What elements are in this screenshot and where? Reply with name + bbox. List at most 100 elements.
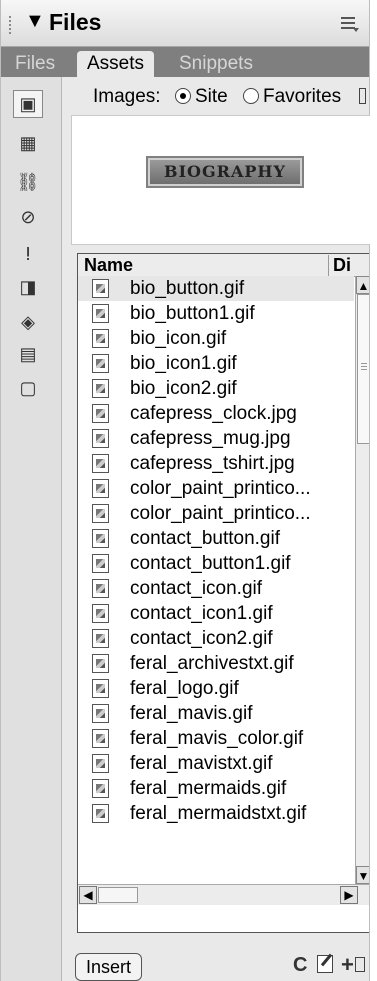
asset-preview: BIOGRAPHY — [71, 115, 370, 245]
file-row[interactable]: bio_icon.gif — [78, 326, 354, 351]
image-file-icon — [92, 704, 109, 723]
horizontal-scrollbar[interactable]: ◀ ▶ — [78, 884, 369, 905]
file-name: cafepress_tshirt.jpg — [130, 453, 295, 474]
column-header-dimensions[interactable]: Di — [328, 255, 351, 276]
add-to-favorites-box-icon — [355, 957, 365, 972]
file-row[interactable]: feral_mermaidstxt.gif — [78, 801, 354, 826]
file-row[interactable]: bio_button.gif — [78, 276, 354, 301]
image-file-icon — [92, 579, 109, 598]
image-file-icon — [92, 679, 109, 698]
file-row[interactable]: bio_button1.gif — [78, 301, 354, 326]
file-row[interactable]: cafepress_tshirt.jpg — [78, 451, 354, 476]
site-radio-label[interactable]: Site — [195, 86, 228, 108]
image-file-icon — [92, 454, 109, 473]
file-name: contact_icon2.gif — [130, 628, 273, 649]
refresh-icon[interactable]: C — [293, 954, 307, 977]
file-row[interactable]: feral_mavistxt.gif — [78, 751, 354, 776]
panel-title: Files — [49, 9, 102, 35]
panel-titlebar[interactable]: ▼ Files — [1, 0, 369, 47]
file-name: feral_mavis_color.gif — [130, 728, 304, 749]
scripts-icon[interactable]: ◈ — [13, 308, 43, 336]
flash-icon[interactable]: ⊘ — [13, 203, 43, 231]
files-panel: ▼ Files Files Assets Snippets ▣ ▦ ⛓ ⊘ ⵑ ◨ ◈ ▤ ▢ … — [0, 0, 370, 981]
file-name: cafepress_clock.jpg — [130, 403, 297, 424]
vertical-scrollbar[interactable]: ▲ ▼ — [355, 276, 369, 884]
scroll-right-arrow-icon[interactable]: ▶ — [340, 886, 358, 904]
urls-icon[interactable]: ⛓ — [13, 168, 43, 196]
file-name: bio_icon1.gif — [130, 353, 237, 374]
gripper-icon[interactable] — [9, 14, 15, 34]
file-name: contact_button1.gif — [130, 553, 291, 574]
options-menu-icon[interactable] — [341, 14, 359, 32]
colors-icon[interactable]: ▦ — [13, 129, 43, 157]
file-name: feral_mermaids.gif — [130, 778, 287, 799]
file-row[interactable]: feral_archivestxt.gif — [78, 651, 354, 676]
file-row[interactable]: feral_logo.gif — [78, 676, 354, 701]
file-name: bio_icon2.gif — [130, 378, 237, 399]
image-file-icon — [92, 654, 109, 673]
file-row[interactable]: color_paint_printico... — [78, 501, 354, 526]
image-file-icon — [92, 279, 109, 298]
image-file-icon — [92, 729, 109, 748]
file-name: bio_icon.gif — [130, 328, 227, 349]
file-name: feral_mavistxt.gif — [130, 753, 273, 774]
file-rows: bio_button.gif bio_button1.gif bio_icon.gi… — [78, 276, 354, 884]
image-file-icon — [92, 404, 109, 423]
file-row[interactable]: cafepress_mug.jpg — [78, 426, 354, 451]
tab-files[interactable]: Files — [5, 51, 65, 77]
file-row[interactable]: contact_icon1.gif — [78, 601, 354, 626]
images-icon[interactable]: ▣ — [13, 90, 43, 118]
vertical-scroll-thumb[interactable] — [357, 294, 369, 444]
file-row[interactable]: cafepress_clock.jpg — [78, 401, 354, 426]
column-header-name[interactable]: Name — [84, 255, 133, 276]
add-to-favorites-icon[interactable]: + — [341, 952, 354, 978]
image-file-icon — [92, 379, 109, 398]
library-icon[interactable]: ▢ — [13, 374, 43, 402]
file-name: color_paint_printico... — [130, 503, 311, 524]
file-name: contact_icon.gif — [130, 578, 263, 599]
list-header: Name Di — [78, 254, 369, 277]
file-row[interactable]: bio_icon1.gif — [78, 351, 354, 376]
insert-button[interactable]: Insert — [75, 953, 143, 981]
preview-image: BIOGRAPHY — [148, 158, 302, 186]
file-name: bio_button1.gif — [130, 303, 255, 324]
file-row[interactable]: contact_button1.gif — [78, 551, 354, 576]
site-radio[interactable] — [175, 88, 191, 104]
file-row[interactable]: contact_icon.gif — [78, 576, 354, 601]
file-row[interactable]: color_paint_printico... — [78, 476, 354, 501]
movies-icon[interactable]: ◨ — [13, 273, 43, 301]
templates-icon[interactable]: ▤ — [13, 340, 43, 368]
scroll-left-arrow-icon[interactable]: ◀ — [79, 886, 97, 904]
file-name: bio_button.gif — [130, 278, 245, 299]
scroll-down-arrow-icon[interactable]: ▼ — [356, 866, 369, 884]
file-name: contact_button.gif — [130, 528, 280, 549]
horizontal-scroll-thumb[interactable] — [98, 887, 138, 903]
image-file-icon — [92, 304, 109, 323]
collapse-arrow-icon[interactable]: ▼ — [25, 10, 45, 33]
file-name: feral_mermaidstxt.gif — [130, 803, 307, 824]
tab-snippets[interactable]: Snippets — [169, 51, 263, 77]
file-row[interactable]: feral_mermaids.gif — [78, 776, 354, 801]
tab-assets[interactable]: Assets — [77, 51, 155, 77]
file-name: color_paint_printico... — [130, 478, 311, 499]
favorites-overflow-icon — [359, 88, 366, 104]
images-scope-row: Images: Site Favorites — [63, 82, 369, 112]
image-file-icon — [92, 604, 109, 623]
favorites-radio-label[interactable]: Favorites — [263, 86, 341, 108]
file-row[interactable]: contact_icon2.gif — [78, 626, 354, 651]
scroll-up-arrow-icon[interactable]: ▲ — [356, 276, 369, 294]
favorites-radio[interactable] — [243, 88, 259, 104]
image-file-icon — [92, 479, 109, 498]
edit-icon[interactable] — [317, 955, 333, 973]
shockwave-icon[interactable]: ⵑ — [13, 240, 43, 268]
image-file-icon — [92, 804, 109, 823]
file-row[interactable]: contact_button.gif — [78, 526, 354, 551]
file-row[interactable]: feral_mavis_color.gif — [78, 726, 354, 751]
asset-category-bar: ▣ ▦ ⛓ ⊘ ⵑ ◨ ◈ ▤ ▢ — [1, 77, 62, 981]
image-file-icon — [92, 754, 109, 773]
file-name: feral_logo.gif — [130, 678, 239, 699]
file-row[interactable]: bio_icon2.gif — [78, 376, 354, 401]
file-row[interactable]: feral_mavis.gif — [78, 701, 354, 726]
image-file-icon — [92, 779, 109, 798]
image-file-icon — [92, 329, 109, 348]
